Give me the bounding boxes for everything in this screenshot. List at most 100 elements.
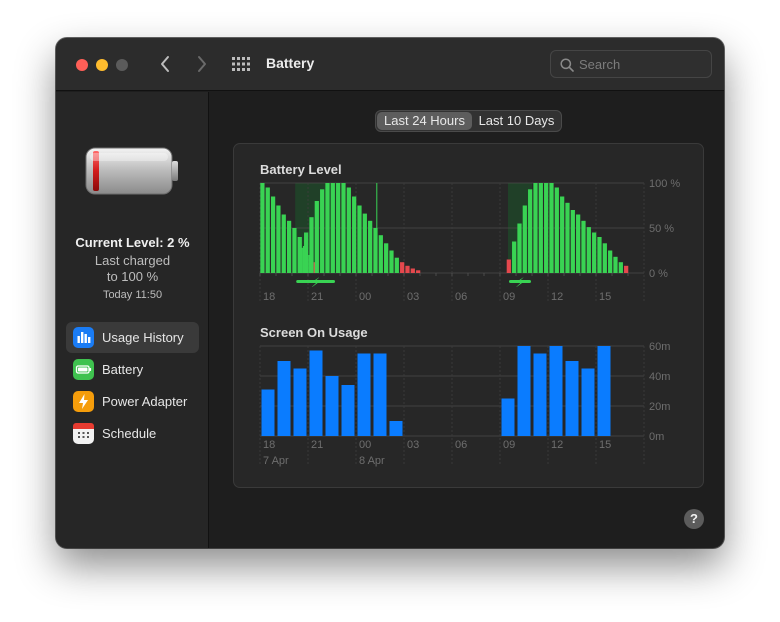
screen-on-bar <box>325 376 339 436</box>
screen-on-bar <box>309 350 323 436</box>
battery-level-bar <box>309 217 314 273</box>
screen-x-tick: 18 <box>263 439 275 451</box>
sidebar: Current Level: 2 % Last charged to 100 %… <box>56 92 209 548</box>
grid-icon <box>232 57 250 71</box>
screen-on-bar <box>293 368 307 436</box>
battery-level-bar <box>270 196 276 273</box>
show-all-button[interactable] <box>231 55 251 73</box>
battery-icon <box>73 359 94 380</box>
battery-y-tick: 50 % <box>649 223 674 235</box>
battery-level-bar <box>554 187 559 273</box>
screen-x-tick: 09 <box>503 439 515 451</box>
battery-level-bar <box>325 183 330 273</box>
battery-level-bar <box>368 220 373 273</box>
screen-on-bar <box>533 353 547 436</box>
battery-level-bar <box>286 220 292 273</box>
battery-level-bar <box>336 183 341 273</box>
screen-y-tick: 60m <box>649 341 670 353</box>
segment-last-24-hours[interactable]: Last 24 Hours <box>377 112 472 130</box>
zoom-button[interactable] <box>116 59 128 71</box>
battery-y-tick: 100 % <box>649 178 680 190</box>
sidebar-item-battery[interactable]: Battery <box>66 354 199 385</box>
battery-level-bar <box>314 201 319 273</box>
battery-preferences-window: Battery Search Current Level: 2 % Last c… <box>56 38 724 548</box>
screen-on-bar <box>581 368 595 436</box>
battery-level-bar <box>549 183 554 273</box>
usage-history-panel: Battery Level Screen On Usage 100 % 50 % 0… <box>233 143 704 488</box>
battery-level-bar <box>618 262 623 273</box>
title-bar: Battery <box>56 38 724 91</box>
battery-level-bar <box>357 205 362 273</box>
sidebar-item-power-adapter[interactable]: Power Adapter <box>66 386 199 417</box>
screen-x-tick: 12 <box>551 439 563 451</box>
back-button[interactable] <box>156 53 176 75</box>
battery-level-bar <box>528 189 533 273</box>
minimize-button[interactable] <box>96 59 108 71</box>
sidebar-item-label: Usage History <box>102 330 184 345</box>
battery-y-tick: 0 % <box>649 268 668 280</box>
battery-level-bar <box>416 270 421 273</box>
usage-charts: 100 % 50 % 0 % ⚡ ⚡ 18 21 00 03 06 09 12 15 60m 40m 20m 0… <box>259 178 680 467</box>
battery-level-bar <box>276 205 281 273</box>
battery-level-bar <box>608 250 613 273</box>
battery-level-icon <box>85 147 178 195</box>
battery-level-bar <box>394 257 399 273</box>
charged-to-label: to 100 % <box>106 269 159 284</box>
time-range-segmented-control: Last 24 Hours Last 10 Days <box>375 110 562 132</box>
battery-x-tick: 21 <box>311 291 323 303</box>
battery-level-bar <box>378 235 383 273</box>
battery-level-bar <box>346 187 351 273</box>
bar-chart-icon <box>73 327 94 348</box>
battery-level-bar <box>602 243 607 273</box>
close-button[interactable] <box>76 59 88 71</box>
segment-last-10-days[interactable]: Last 10 Days <box>473 112 560 130</box>
battery-level-bar <box>581 220 586 273</box>
battery-level-bar <box>362 213 367 273</box>
battery-x-tick: 00 <box>359 291 371 303</box>
screen-x-tick: 15 <box>599 439 611 451</box>
charging-bolt-icon: ⚡ <box>311 276 320 291</box>
chevron-left-icon <box>161 56 169 72</box>
battery-level-bar <box>341 183 346 273</box>
battery-level-bar <box>544 183 549 273</box>
battery-level-bar <box>281 214 286 273</box>
battery-level-bar <box>389 250 394 273</box>
search-input[interactable] <box>579 55 707 74</box>
sidebar-item-usage-history[interactable]: Usage History <box>66 322 199 353</box>
screen-y-tick: 40m <box>649 371 670 383</box>
battery-level-bar <box>260 183 265 273</box>
calendar-icon <box>73 423 94 444</box>
forward-button[interactable] <box>191 53 211 75</box>
battery-level-bar <box>560 196 565 273</box>
battery-level-bar <box>592 232 597 273</box>
chevron-right-icon <box>198 56 206 72</box>
battery-level-bar <box>517 223 522 273</box>
screen-on-bar <box>549 346 563 436</box>
screen-on-bar <box>597 346 611 436</box>
date-label: 7 Apr <box>263 455 289 467</box>
battery-level-bar <box>586 227 591 273</box>
last-charged-label: Last charged <box>94 253 171 268</box>
battery-x-tick: 09 <box>503 291 515 303</box>
battery-x-tick: 03 <box>407 291 419 303</box>
screen-x-tick: 21 <box>311 439 323 451</box>
search-field[interactable] <box>550 50 712 78</box>
charged-time-label: Today 11:50 <box>102 289 163 301</box>
window-title: Battery <box>266 55 315 71</box>
power-adapter-icon <box>73 391 94 412</box>
battery-level-bar <box>410 268 415 273</box>
sidebar-item-label: Power Adapter <box>102 394 188 409</box>
help-button[interactable]: ? <box>684 509 704 529</box>
screen-y-tick: 20m <box>649 401 670 413</box>
screen-x-tick: 03 <box>407 439 419 451</box>
battery-level-bar <box>405 265 410 273</box>
sidebar-item-schedule[interactable]: Schedule <box>66 418 199 449</box>
sidebar-item-label: Schedule <box>102 426 157 441</box>
battery-level-bar <box>304 232 309 273</box>
battery-level-bar <box>352 196 357 273</box>
date-label: 8 Apr <box>359 455 385 467</box>
battery-level-bar <box>292 228 297 273</box>
screen-on-bar <box>565 361 579 436</box>
battery-level-bar <box>400 262 405 273</box>
battery-level-bar <box>613 256 618 273</box>
